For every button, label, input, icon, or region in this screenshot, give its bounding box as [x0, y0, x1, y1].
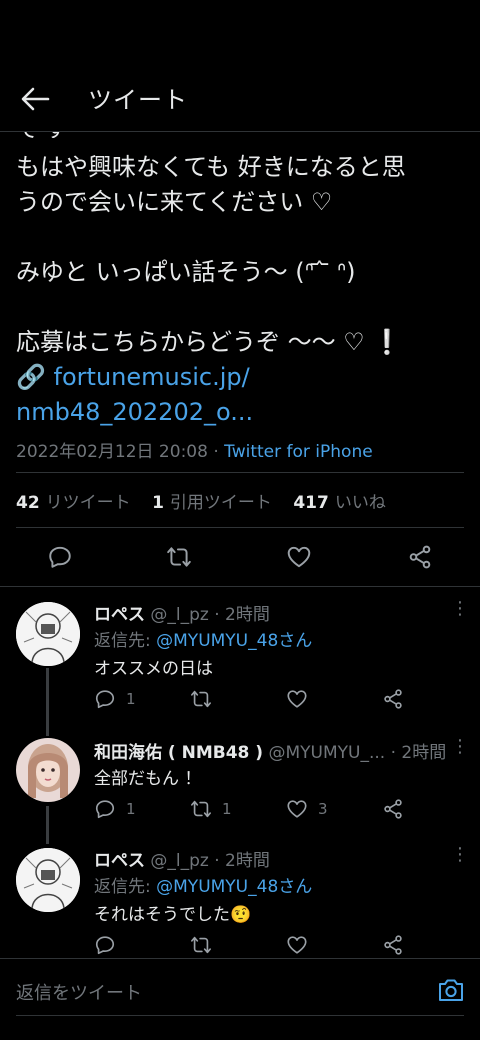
reply-item[interactable]: 和田海佑 ( NMB48 ) @MYUMYU_... · 2時間 ⋮ 全部だもん… [0, 726, 480, 844]
tweet-line: もはや興味なくても 好きになると思 [16, 153, 406, 181]
tweet-meta: 2022年02月12日 20:08 · Twitter for iPhone [16, 437, 373, 462]
share-button[interactable] [382, 934, 422, 956]
retweet-icon[interactable] [166, 544, 192, 570]
divider [16, 472, 464, 473]
mention-link[interactable]: @MYUMYU_48さん [156, 877, 312, 897]
tweet-line: うので会いに来てください ♡ [16, 188, 333, 216]
reply-item[interactable]: ロペス @_l_pz · 2時間 ⋮ 返信先: @MYUMYU_48さん それは… [0, 844, 480, 958]
reply-author: 和田海佑 ( NMB48 ) @MYUMYU_... · 2時間 [94, 743, 447, 763]
heart-icon[interactable] [286, 544, 312, 570]
share-icon [382, 798, 404, 820]
tweet-line: みゆと いっぱい話そう〜 (ᐢ ᷄ ᷅ ᐢ) [16, 258, 356, 286]
retweet-count: 1 [222, 800, 232, 818]
link-text-continued[interactable]: nmb48_202202_o... [16, 395, 466, 430]
reply-text: それはそうでした🤨 [94, 905, 252, 925]
reply-button[interactable]: 1 [94, 798, 154, 820]
avatar[interactable] [16, 738, 80, 802]
retweet-button[interactable] [190, 688, 250, 710]
tweet-source[interactable]: Twitter for iPhone [224, 442, 373, 462]
heart-icon [286, 934, 308, 956]
reply-author: ロペス @_l_pz · 2時間 [94, 851, 270, 871]
reply-count: 1 [126, 690, 136, 708]
tweet-stats: 42 リツイート 1 引用ツイート 417 いいね [16, 488, 402, 513]
reply-text: オススメの日は [94, 659, 213, 679]
more-icon[interactable]: ⋮ [451, 844, 469, 865]
reply-icon [94, 934, 116, 956]
tweet-timestamp: 2022年02月12日 20:08 · [16, 442, 219, 462]
tweet-actions [0, 540, 480, 576]
retweet-icon [190, 798, 212, 820]
share-icon [382, 934, 404, 956]
likes-stat[interactable]: 417 いいね [293, 493, 386, 513]
reply-icon[interactable] [47, 544, 73, 570]
avatar[interactable] [16, 848, 80, 912]
reply-author: ロペス @_l_pz · 2時間 [94, 605, 270, 625]
reply-count: 1 [126, 800, 136, 818]
page-title: ツイート [88, 86, 188, 114]
quotes-stat[interactable]: 1 引用ツイート [152, 493, 272, 513]
retweet-icon [190, 688, 212, 710]
retweet-button[interactable]: 1 [190, 798, 250, 820]
share-icon[interactable] [407, 544, 433, 570]
reply-text: 全部だもん ！ [94, 769, 202, 789]
share-button[interactable] [382, 798, 422, 820]
reply-to-line: 返信先: @MYUMYU_48さん [94, 877, 313, 897]
heart-icon [286, 798, 308, 820]
composer-underline [16, 1015, 464, 1016]
share-icon [382, 688, 404, 710]
reply-button[interactable]: 1 [94, 688, 154, 710]
like-count: 3 [318, 800, 328, 818]
share-button[interactable] [382, 688, 422, 710]
reply-composer: 返信をツイート [0, 958, 480, 1040]
tweet-link[interactable]: 🔗 fortunemusic.jp/ [16, 360, 466, 395]
avatar[interactable] [16, 602, 80, 666]
like-button[interactable]: 3 [286, 798, 346, 820]
reply-input[interactable]: 返信をツイート [16, 979, 142, 1005]
top-bar: ツイート [0, 0, 480, 132]
divider [16, 527, 464, 528]
reply-to-line: 返信先: @MYUMYU_48さん [94, 631, 313, 651]
reply-icon [94, 688, 116, 710]
heart-icon [286, 688, 308, 710]
reply-button[interactable] [94, 934, 154, 956]
camera-icon[interactable] [437, 977, 465, 1003]
retweets-stat[interactable]: 42 リツイート [16, 493, 131, 513]
back-arrow-icon[interactable] [18, 84, 52, 114]
tweet-line: 応募はこちらからどうぞ 〜〜 ♡ ❕ [16, 328, 403, 356]
retweet-icon [190, 934, 212, 956]
link-icon: 🔗 [16, 363, 46, 391]
link-text[interactable]: fortunemusic.jp/ [54, 363, 250, 391]
reply-item[interactable]: ロペス @_l_pz · 2時間 ⋮ 返信先: @MYUMYU_48さん オスス… [0, 586, 480, 726]
tweet-text: て す もはや興味なくても 好きになると思 うので会いに来てください ♡ みゆと… [16, 124, 466, 430]
more-icon[interactable]: ⋮ [451, 598, 469, 619]
like-button[interactable] [286, 688, 346, 710]
mention-link[interactable]: @MYUMYU_48さん [156, 631, 312, 651]
more-icon[interactable]: ⋮ [451, 736, 469, 757]
reply-icon [94, 798, 116, 820]
retweet-button[interactable] [190, 934, 250, 956]
like-button[interactable] [286, 934, 346, 956]
